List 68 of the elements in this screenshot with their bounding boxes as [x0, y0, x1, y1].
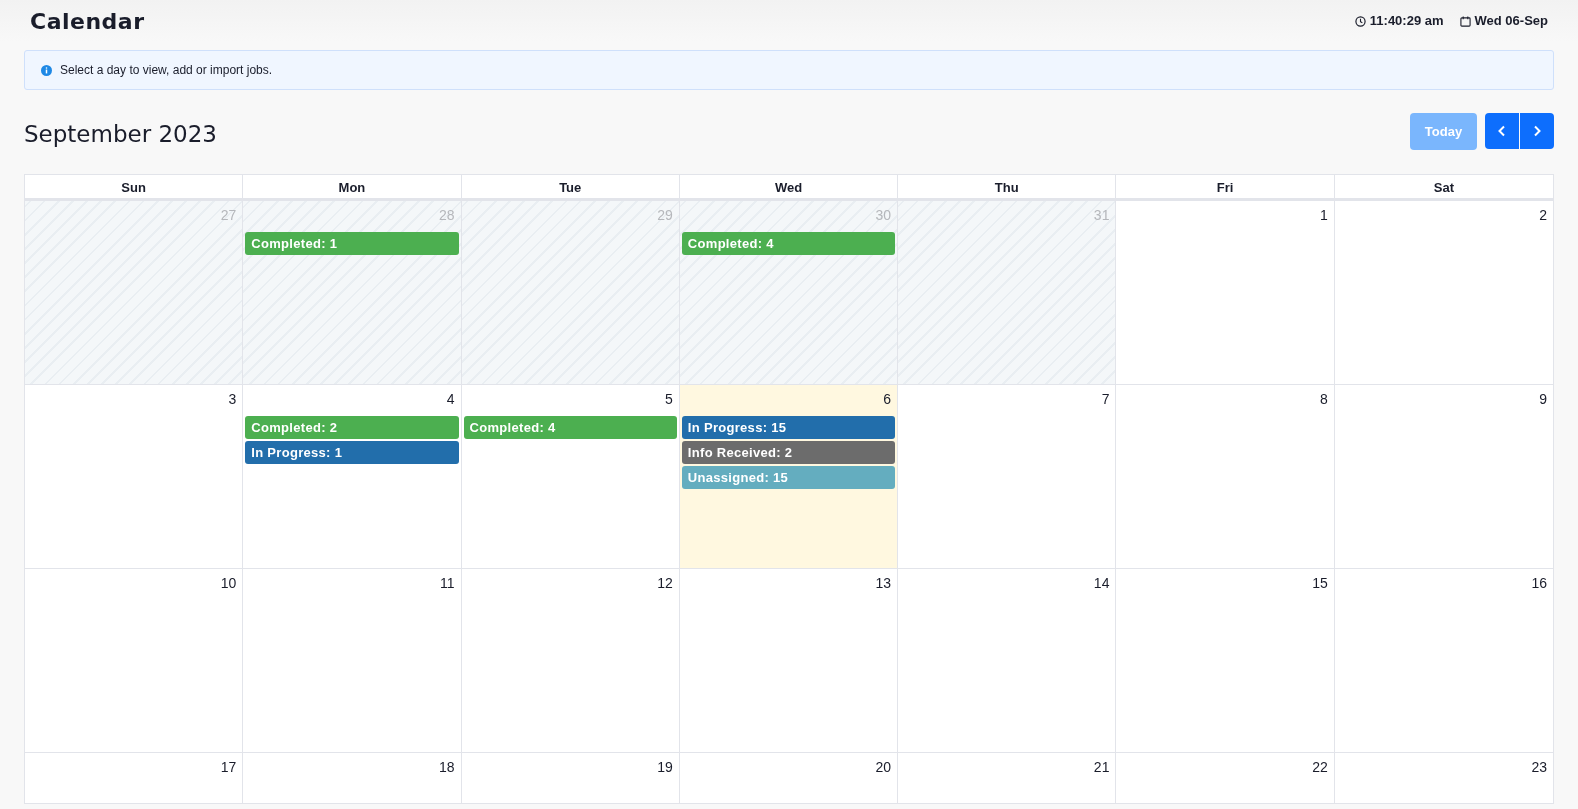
- day-number: 15: [1312, 575, 1328, 591]
- day-number: 10: [220, 575, 237, 591]
- day-number: 30: [875, 207, 892, 223]
- chevron-right-icon: [1532, 125, 1542, 137]
- day-number: 13: [875, 575, 892, 591]
- day-cell[interactable]: 17: [25, 753, 244, 803]
- day-cell[interactable]: 16: [1334, 569, 1553, 753]
- day-cell[interactable]: 22: [1116, 753, 1335, 803]
- day-number: 1: [1319, 207, 1328, 223]
- day-cell[interactable]: 2: [1334, 201, 1553, 385]
- previous-month-button[interactable]: [1485, 113, 1519, 149]
- current-time: 11:40:29 am: [1369, 12, 1444, 31]
- today-cell[interactable]: 6 In Progress: 15 Info Received: 2 Unassigned: 15: [679, 385, 899, 569]
- day-cell[interactable]: 15: [1116, 569, 1335, 753]
- day-cell[interactable]: 11: [243, 569, 462, 753]
- day-cell[interactable]: 10: [25, 569, 244, 753]
- day-number: 27: [220, 207, 237, 223]
- weekday-header: Sat: [1334, 175, 1553, 201]
- day-number: 16: [1531, 575, 1547, 591]
- job-count-event[interactable]: Info Received: 2: [681, 441, 896, 464]
- day-number: 19: [657, 759, 673, 775]
- day-number: 4: [446, 391, 455, 407]
- day-cell[interactable]: 7: [898, 385, 1117, 569]
- clock-icon: [1354, 15, 1366, 27]
- day-number: 6: [883, 391, 892, 407]
- info-text: Select a day to view, add or import jobs.: [60, 62, 273, 79]
- day-number: 28: [439, 207, 455, 223]
- day-number: 7: [1101, 391, 1110, 407]
- day-number: 12: [657, 575, 673, 591]
- day-number: 21: [1093, 759, 1110, 775]
- job-count-event[interactable]: In Progress: 1: [245, 441, 459, 464]
- day-cell[interactable]: 3: [25, 385, 244, 569]
- chevron-left-icon: [1497, 125, 1507, 137]
- day-cell[interactable]: 23: [1334, 753, 1553, 803]
- page-title: Calendar: [30, 7, 145, 36]
- day-cell[interactable]: 18: [243, 753, 462, 803]
- day-number: 18: [439, 759, 455, 775]
- day-number: 23: [1531, 759, 1547, 775]
- weekday-header: Fri: [1116, 175, 1335, 201]
- day-number: 22: [1312, 759, 1328, 775]
- day-cell[interactable]: 12: [461, 569, 680, 753]
- calendar-icon: [1459, 15, 1471, 27]
- month-title: September 2023: [24, 121, 217, 149]
- day-number: 5: [665, 391, 673, 407]
- day-number: 3: [228, 391, 237, 407]
- day-number: 8: [1319, 391, 1328, 407]
- current-date: Wed 06-Sep: [1474, 12, 1548, 31]
- day-cell[interactable]: 19: [461, 753, 680, 803]
- day-cell[interactable]: 4 Completed: 2 In Progress: 1: [243, 385, 462, 569]
- day-cell[interactable]: 20: [679, 753, 899, 803]
- day-cell[interactable]: 9: [1334, 385, 1553, 569]
- day-cell[interactable]: 5 Completed: 4: [461, 385, 680, 569]
- day-number: 17: [220, 759, 237, 775]
- info-icon: [41, 64, 52, 76]
- day-number: 2: [1539, 207, 1547, 223]
- day-number: 20: [875, 759, 892, 775]
- day-number: 29: [657, 207, 673, 223]
- job-count-event[interactable]: In Progress: 15: [681, 416, 896, 439]
- day-cell[interactable]: 8: [1116, 385, 1335, 569]
- day-number: 31: [1093, 207, 1110, 223]
- day-cell[interactable]: 21: [898, 753, 1117, 803]
- day-number: 9: [1539, 391, 1547, 407]
- day-cell[interactable]: 13: [679, 569, 899, 753]
- next-month-button[interactable]: [1520, 113, 1554, 149]
- day-cell[interactable]: 1: [1116, 201, 1335, 385]
- day-cell[interactable]: 14: [898, 569, 1117, 753]
- day-number: 11: [440, 575, 455, 591]
- day-number: 14: [1093, 575, 1110, 591]
